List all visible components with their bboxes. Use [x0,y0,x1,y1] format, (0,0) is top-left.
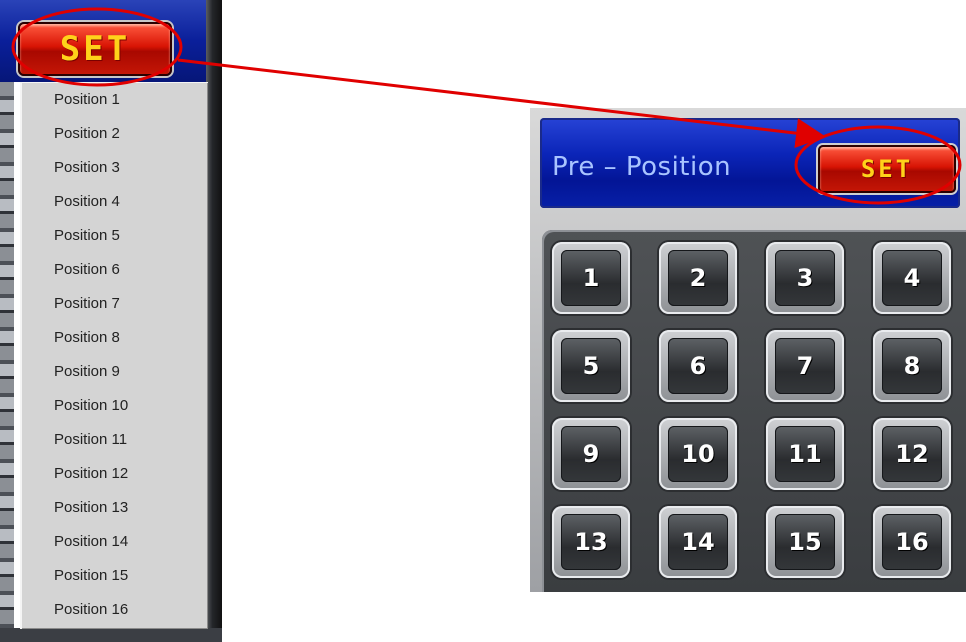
menu-item-position-8[interactable]: Position 8 [22,321,208,355]
preset-label: 12 [882,426,942,482]
preset-label: 13 [561,514,621,570]
menu-item-position-3[interactable]: Position 3 [22,151,208,185]
menu-item-position-15[interactable]: Position 15 [22,559,208,593]
menu-item-position-10[interactable]: Position 10 [22,389,208,423]
set-button[interactable]: SET [18,22,172,76]
preset-label: 10 [668,426,728,482]
preset-button-10[interactable]: 10 [659,418,737,490]
preset-label: 7 [775,338,835,394]
preset-label: 15 [775,514,835,570]
preset-label: 2 [668,250,728,306]
preset-button-4[interactable]: 4 [873,242,951,314]
menu-item-position-11[interactable]: Position 11 [22,423,208,457]
preset-button-1[interactable]: 1 [552,242,630,314]
preset-label: 11 [775,426,835,482]
preset-button-8[interactable]: 8 [873,330,951,402]
preset-label: 3 [775,250,835,306]
left-panel: SET Position 1 Position 2 Position 3 Positi… [0,0,222,642]
menu-item-position-13[interactable]: Position 13 [22,491,208,525]
pre-position-title: Pre – Position [552,152,732,182]
preset-label: 6 [668,338,728,394]
left-panel-bottom [0,628,222,642]
preset-button-5[interactable]: 5 [552,330,630,402]
preset-button-3[interactable]: 3 [766,242,844,314]
preset-button-11[interactable]: 11 [766,418,844,490]
preset-button-14[interactable]: 14 [659,506,737,578]
menu-item-position-9[interactable]: Position 9 [22,355,208,389]
pre-position-panel: Pre – Position SET 1 2 3 4 5 6 7 8 9 10 11 12 13 14 15… [530,108,966,592]
position-dropdown-menu: Position 1 Position 2 Position 3 Position 4… [20,82,208,629]
preset-button-9[interactable]: 9 [552,418,630,490]
menu-item-position-7[interactable]: Position 7 [22,287,208,321]
preset-button-12[interactable]: 12 [873,418,951,490]
preset-label: 4 [882,250,942,306]
preset-button-13[interactable]: 13 [552,506,630,578]
left-panel-edge [206,0,222,642]
background-sliver [0,82,14,642]
menu-item-position-4[interactable]: Position 4 [22,185,208,219]
preset-button-6[interactable]: 6 [659,330,737,402]
menu-item-position-1[interactable]: Position 1 [22,83,208,117]
menu-item-position-6[interactable]: Position 6 [22,253,208,287]
menu-item-position-5[interactable]: Position 5 [22,219,208,253]
preset-button-16[interactable]: 16 [873,506,951,578]
preset-label: 14 [668,514,728,570]
preset-label: 5 [561,338,621,394]
menu-item-position-14[interactable]: Position 14 [22,525,208,559]
preset-button-7[interactable]: 7 [766,330,844,402]
menu-item-position-16[interactable]: Position 16 [22,593,208,627]
preset-button-15[interactable]: 15 [766,506,844,578]
preset-button-2[interactable]: 2 [659,242,737,314]
preset-label: 16 [882,514,942,570]
preset-label: 8 [882,338,942,394]
pre-position-header: Pre – Position SET [540,118,960,208]
preset-label: 9 [561,426,621,482]
preset-button-grid: 1 2 3 4 5 6 7 8 9 10 11 12 13 14 15 16 [542,230,966,592]
menu-item-position-2[interactable]: Position 2 [22,117,208,151]
preset-label: 1 [561,250,621,306]
menu-item-position-12[interactable]: Position 12 [22,457,208,491]
set-button[interactable]: SET [818,145,956,193]
